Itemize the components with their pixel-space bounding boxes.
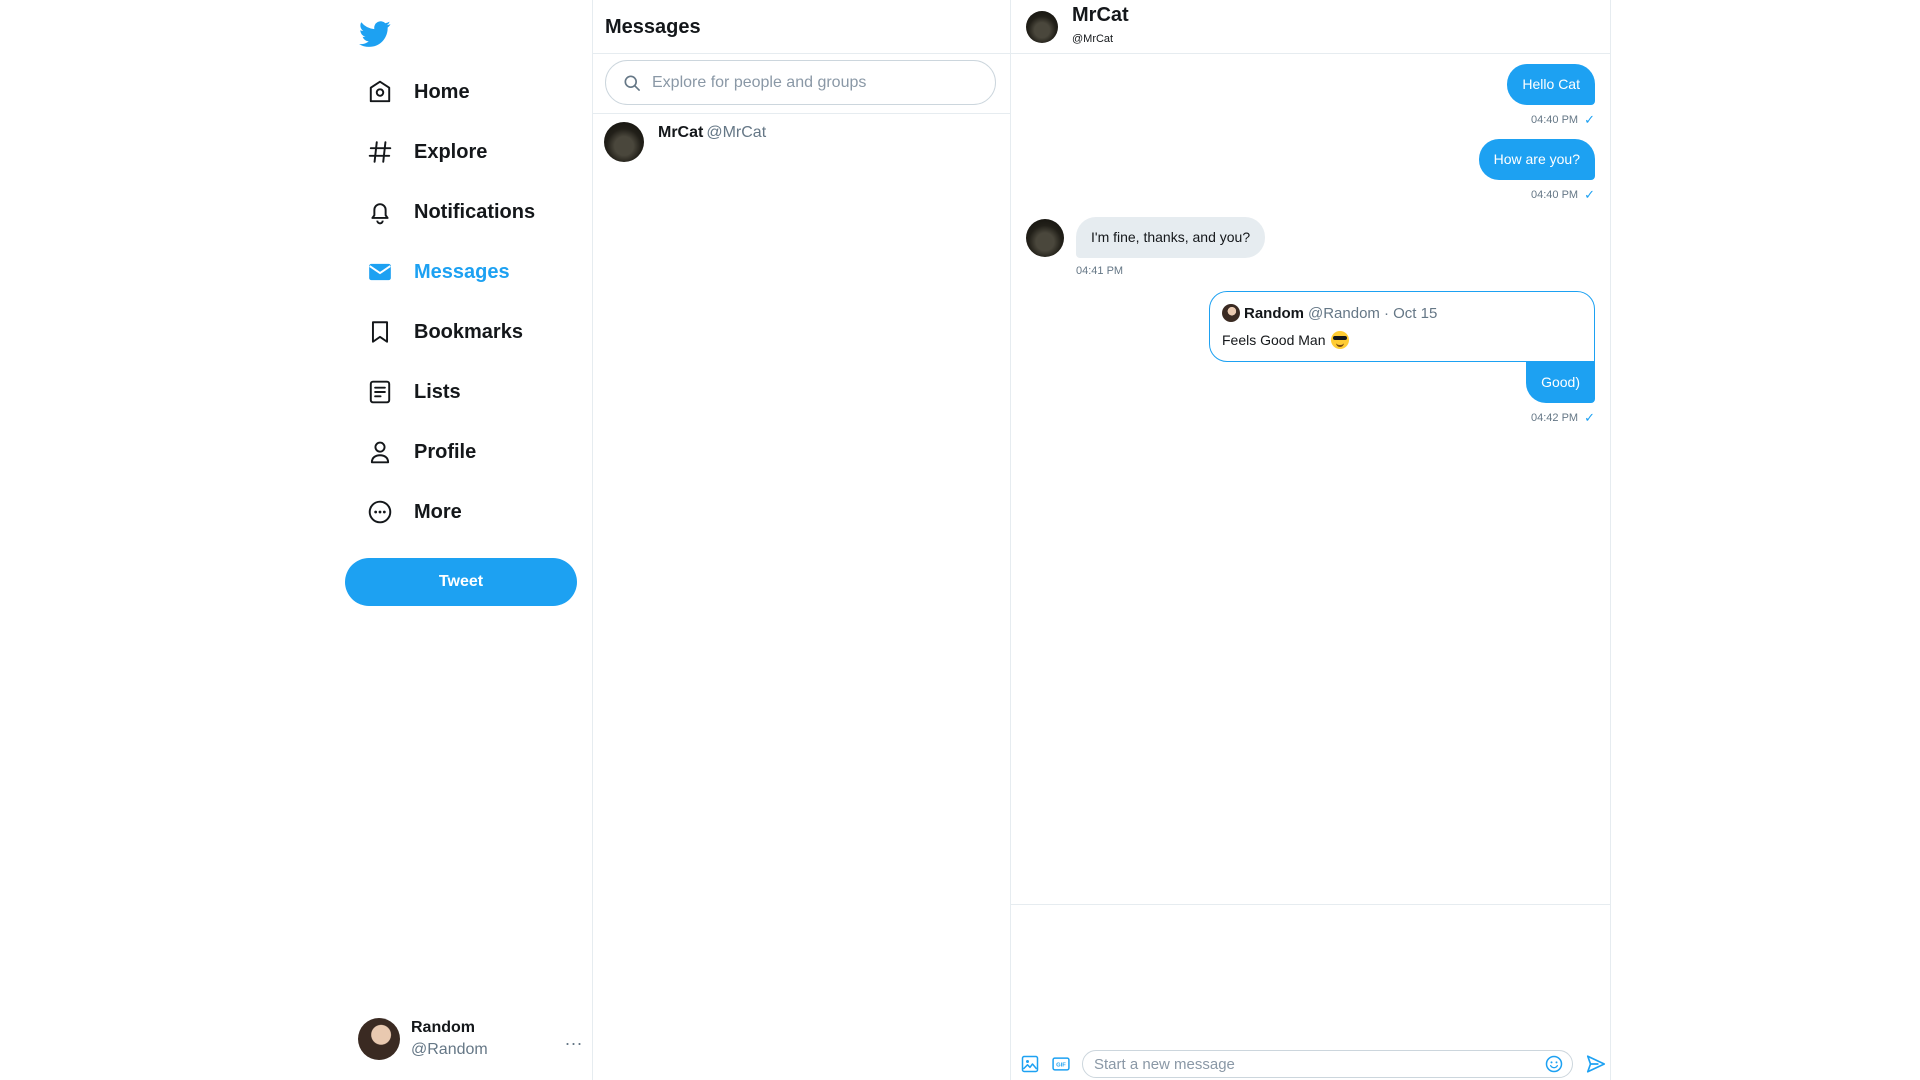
chat-name: MrCat [1072, 4, 1129, 26]
account-handle: @Random [411, 1041, 488, 1058]
tweet-button[interactable]: Tweet [345, 558, 577, 606]
chat-panel: MrCat @MrCat Hello Cat 04:40 PM ✓ How are… [1010, 0, 1611, 1080]
emoji-icon[interactable] [1544, 1054, 1564, 1074]
message-time: 04:40 PM ✓ [1507, 112, 1595, 128]
list-icon [366, 378, 394, 406]
search-box[interactable] [605, 60, 996, 105]
search-icon [624, 75, 640, 91]
message-body: I'm fine, thanks, and you? 04:41 PM [1076, 217, 1266, 277]
account-switcher[interactable]: Random @Random ... [358, 1014, 583, 1064]
chat-handle: @MrCat [1072, 33, 1114, 45]
avatar [604, 122, 644, 162]
message-bubble[interactable]: Hello Cat [1507, 64, 1595, 105]
image-icon[interactable] [1020, 1054, 1040, 1074]
nav-item-notifications[interactable]: Notifications [366, 182, 535, 242]
header-divider [1010, 53, 1611, 54]
main-nav: Home Explore Notifications Messages Book… [366, 62, 535, 542]
sunglasses-emoji-icon [1330, 331, 1349, 349]
list-item[interactable]: MrCat @MrCat [592, 114, 1010, 172]
nav-label: Explore [414, 140, 488, 163]
nav-label: Lists [414, 380, 461, 403]
sidebar: Home Explore Notifications Messages Book… [343, 0, 593, 1080]
composer-divider [1010, 904, 1611, 905]
quoted-date: · Oct 15 [1383, 304, 1438, 322]
more-dots-icon[interactable]: ... [565, 1029, 583, 1050]
hashtag-icon [366, 138, 394, 166]
quoted-tweet-body: Feels Good Man [1222, 331, 1582, 349]
nav-item-bookmarks[interactable]: Bookmarks [366, 302, 535, 362]
nav-label: Profile [414, 440, 477, 463]
avatar [358, 1018, 400, 1060]
nav-item-more[interactable]: More [366, 482, 535, 542]
quoted-tweet-header: Random @Random · Oct 15 [1222, 304, 1582, 322]
message-time: 04:40 PM ✓ [1479, 187, 1595, 203]
message-input-box[interactable] [1082, 1050, 1573, 1078]
message-bubble[interactable]: I'm fine, thanks, and you? [1076, 217, 1266, 258]
timestamp: 04:40 PM [1531, 114, 1579, 126]
header-divider [592, 53, 1010, 54]
quoted-name: Random [1244, 304, 1304, 322]
timestamp: 04:40 PM [1531, 189, 1579, 201]
nav-label: Home [414, 80, 470, 103]
message-out: How are you? 04:40 PM ✓ [1478, 139, 1595, 203]
send-icon[interactable] [1585, 1053, 1607, 1075]
svg-text:GIF: GIF [1056, 1063, 1066, 1069]
page-title: Messages [605, 16, 701, 38]
nav-item-messages[interactable]: Messages [366, 242, 535, 302]
check-icon: ✓ [1584, 410, 1595, 425]
home-icon [366, 78, 394, 106]
conversation-name: MrCat [658, 124, 704, 141]
message-bubble[interactable]: How are you? [1478, 139, 1595, 180]
nav-label: Messages [414, 260, 510, 283]
nav-item-lists[interactable]: Lists [366, 362, 535, 422]
conversation-handle: @MrCat [706, 124, 767, 141]
bookmark-icon [366, 318, 394, 346]
message-composer: GIF [1010, 1048, 1611, 1080]
message-bubble[interactable]: Good) [1526, 362, 1595, 403]
nav-label: Bookmarks [414, 320, 523, 343]
avatar [1222, 304, 1240, 322]
timestamp: 04:42 PM [1531, 412, 1579, 424]
person-icon [366, 438, 394, 466]
quoted-text: Feels Good Man [1222, 332, 1326, 348]
message-time: 04:41 PM [1076, 265, 1265, 277]
message-in: I'm fine, thanks, and you? 04:41 PM [1026, 217, 1266, 277]
message-out: Good) 04:42 PM ✓ [1526, 362, 1595, 426]
conversation-list-panel: Messages MrCat@MrCat [592, 0, 1010, 1080]
quoted-handle: @Random [1308, 304, 1380, 322]
avatar [1026, 11, 1058, 43]
bell-icon [366, 198, 394, 226]
check-icon: ✓ [1584, 187, 1595, 202]
check-icon: ✓ [1584, 112, 1595, 127]
message-input[interactable] [1094, 1055, 1544, 1073]
avatar [1026, 219, 1064, 257]
nav-item-explore[interactable]: Explore [366, 122, 535, 182]
twitter-logo-icon[interactable] [359, 18, 391, 50]
nav-item-home[interactable]: Home [366, 62, 535, 122]
search-input[interactable] [652, 73, 982, 92]
quoted-tweet-card[interactable]: Random @Random · Oct 15 Feels Good Man [1209, 291, 1595, 362]
gif-icon[interactable]: GIF [1051, 1054, 1071, 1074]
nav-label: More [414, 500, 462, 523]
timestamp: 04:41 PM [1076, 265, 1124, 277]
message-out: Hello Cat 04:40 PM ✓ [1507, 64, 1595, 128]
message-time: 04:42 PM ✓ [1526, 410, 1595, 426]
nav-item-profile[interactable]: Profile [366, 422, 535, 482]
more-circle-icon [366, 498, 394, 526]
conversation-meta: MrCat @MrCat [658, 114, 766, 172]
envelope-icon [366, 258, 394, 286]
account-names: Random @Random [411, 1019, 565, 1059]
chat-header[interactable]: MrCat @MrCat [1010, 0, 1611, 53]
account-name: Random [411, 1019, 475, 1036]
nav-label: Notifications [414, 200, 536, 223]
